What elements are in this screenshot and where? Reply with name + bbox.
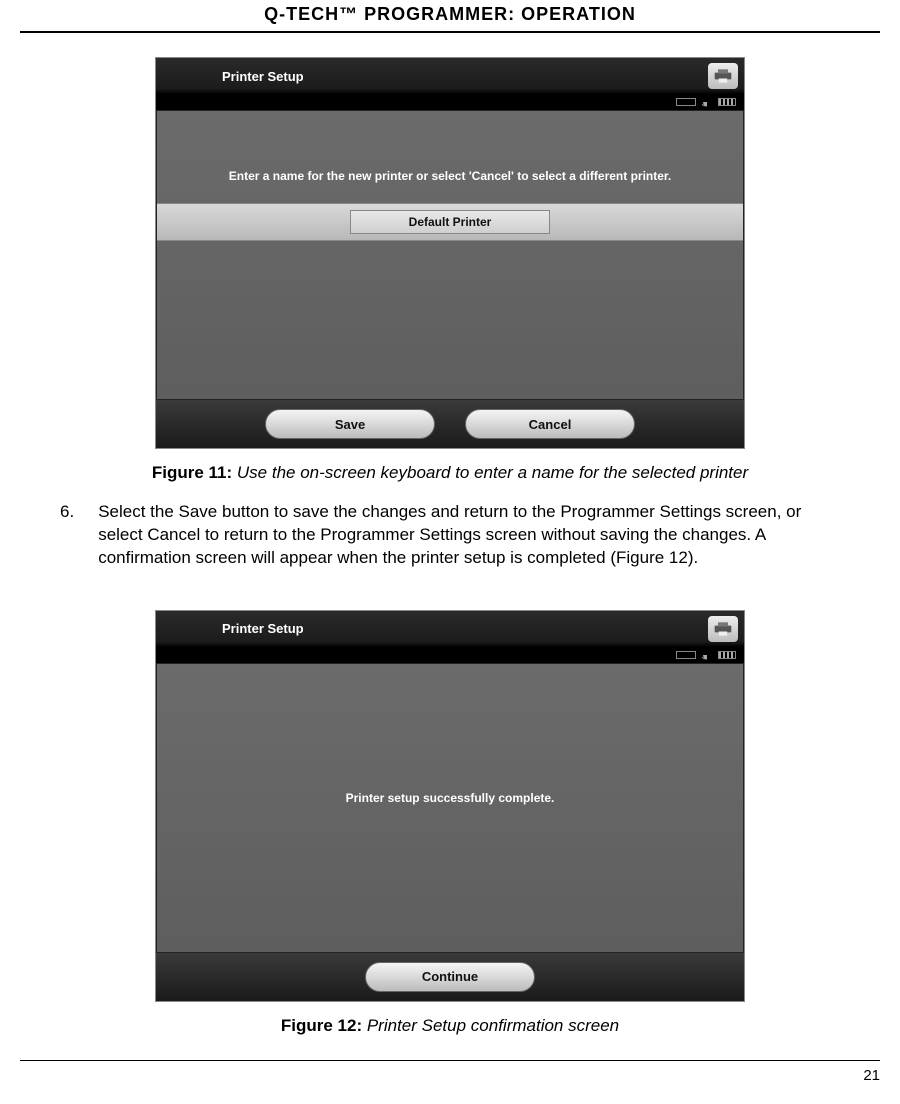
step-number: 6. [60,501,74,570]
step-6: 6. Select the Save button to save the ch… [20,501,880,570]
page-section-header: Q-TECH™ PROGRAMMER: OPERATION [20,0,880,33]
figure12-caption-text: Printer Setup confirmation screen [367,1016,619,1035]
figure11-caption-text: Use the on-screen keyboard to enter a na… [237,463,748,482]
screen-content: Printer setup successfully complete. [156,663,744,953]
figure11-screenshot: Printer Setup Enter a name for the new p… [155,57,745,449]
wifi-icon [702,97,712,107]
printer-icon [708,63,738,89]
button-bar: Save Cancel [156,400,744,448]
step-text: Select the Save button to save the chang… [98,501,824,570]
screen-titlebar: Printer Setup [156,58,744,94]
figure11-caption: Figure 11: Use the on-screen keyboard to… [20,463,880,483]
sd-card-icon [676,98,696,106]
sd-card-icon [676,651,696,659]
figure12-label: Figure 12: [281,1016,362,1035]
input-row: Default Printer [157,203,743,241]
status-bar [156,647,744,663]
battery-icon [718,98,736,106]
cancel-button[interactable]: Cancel [465,409,635,439]
screen-title: Printer Setup [222,621,304,636]
confirmation-message: Printer setup successfully complete. [346,791,555,805]
button-bar: Continue [156,953,744,1001]
wifi-icon [702,650,712,660]
printer-icon [708,616,738,642]
screen-titlebar: Printer Setup [156,611,744,647]
status-bar [156,94,744,110]
page-number: 21 [20,1060,880,1084]
continue-button[interactable]: Continue [365,962,535,992]
screen-content: Enter a name for the new printer or sele… [156,110,744,400]
save-button[interactable]: Save [265,409,435,439]
battery-icon [718,651,736,659]
figure12-screenshot: Printer Setup Printer setup successfully… [155,610,745,1002]
prompt-text: Enter a name for the new printer or sele… [157,169,743,183]
screen-title: Printer Setup [222,69,304,84]
figure12-caption: Figure 12: Printer Setup confirmation sc… [20,1016,880,1036]
printer-name-input[interactable]: Default Printer [350,210,550,234]
figure11-label: Figure 11: [152,463,232,482]
